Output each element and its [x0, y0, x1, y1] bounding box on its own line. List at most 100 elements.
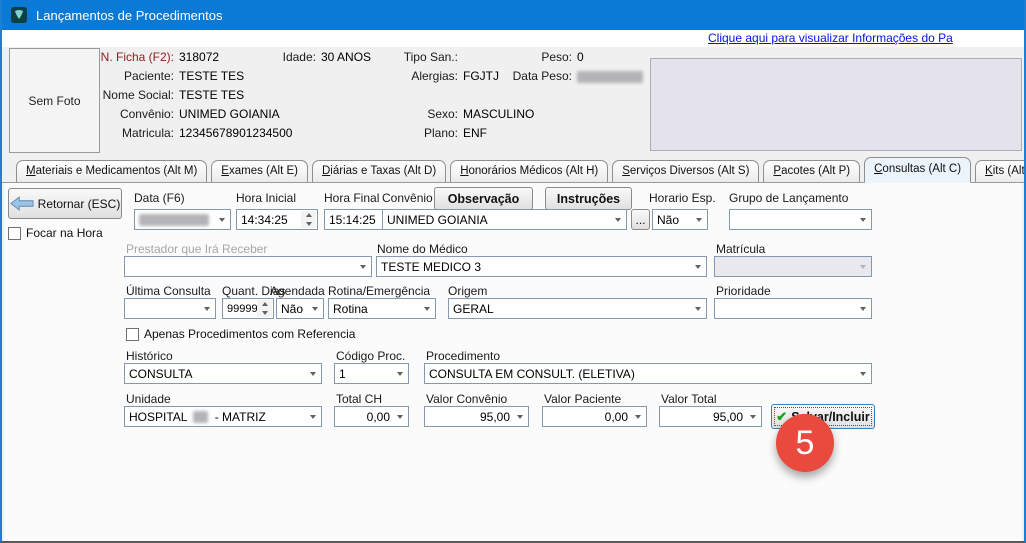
- chevron-down-icon: [745, 407, 761, 426]
- notes-panel: [650, 58, 1022, 151]
- instrucoes-button[interactable]: Instruções: [545, 187, 632, 210]
- procedimento-select[interactable]: CONSULTA EM CONSULT. (ELETIVA): [424, 363, 872, 384]
- chevron-down-icon: [199, 299, 215, 318]
- matricula-label: Matrícula: [716, 242, 765, 256]
- chevron-down-icon: [691, 210, 707, 229]
- focar-na-hora-checkbox[interactable]: Focar na Hora: [8, 226, 103, 240]
- unidade-value-suffix: - MATRIZ: [215, 410, 266, 424]
- checkbox-box[interactable]: [126, 328, 139, 341]
- patient-field: Alergias:FGJTJ: [392, 69, 499, 83]
- prioridade-label: Prioridade: [716, 284, 771, 298]
- spinner-buttons[interactable]: [257, 300, 272, 317]
- apenas-referencia-checkbox[interactable]: Apenas Procedimentos com Referencia: [126, 327, 355, 341]
- valor-total-select[interactable]: 95,00: [659, 406, 762, 427]
- tab-servicos-diversos[interactable]: Serviços Diversos (Alt S): [612, 160, 759, 182]
- convenio-select[interactable]: UNIMED GOIANIA: [382, 209, 627, 230]
- grupo-lancamento-select[interactable]: [729, 209, 872, 230]
- total-ch-label: Total CH: [336, 392, 382, 406]
- photo-placeholder-label: Sem Foto: [28, 94, 80, 108]
- origem-select[interactable]: GERAL: [448, 298, 707, 319]
- prioridade-select[interactable]: [714, 298, 872, 319]
- patient-field: Tipo San.:: [392, 50, 463, 64]
- codigo-proc-label: Código Proc.: [336, 349, 405, 363]
- rotina-emergencia-label: Rotina/Emergência: [328, 284, 430, 298]
- ellipsis-label: ...: [635, 213, 645, 227]
- ellipsis-button[interactable]: ...: [631, 209, 650, 230]
- ultima-consulta-select[interactable]: [124, 298, 216, 319]
- chevron-down-icon: [392, 364, 408, 383]
- horario-esp-select[interactable]: Não: [652, 209, 708, 230]
- data-f6-select[interactable]: [134, 209, 231, 230]
- hora-inicial-input[interactable]: 14:34:25: [236, 209, 318, 230]
- prestador-select[interactable]: [124, 256, 372, 277]
- patient-field: Convênio:UNIMED GOIANIA: [96, 107, 280, 121]
- observacao-label: Observação: [448, 192, 520, 206]
- chevron-down-icon: [419, 299, 435, 318]
- spinner-buttons[interactable]: [301, 211, 316, 228]
- tab-exames[interactable]: Exames (Alt E): [211, 160, 308, 182]
- patient-field: Sexo:MASCULINO: [392, 107, 534, 121]
- chevron-down-icon: [855, 210, 871, 229]
- chevron-down-icon: [512, 407, 528, 426]
- valor-convenio-select[interactable]: 95,00: [424, 406, 529, 427]
- rotina-emergencia-select[interactable]: Rotina: [328, 298, 436, 319]
- chevron-down-icon: [855, 299, 871, 318]
- checkbox-box[interactable]: [8, 227, 21, 240]
- tab-honorarios-medicos[interactable]: Honorários Médicos (Alt H): [450, 160, 608, 182]
- tab-diarias-taxas[interactable]: Diárias e Taxas (Alt D): [312, 160, 446, 182]
- unidade-select[interactable]: HOSPITAL - MATRIZ: [124, 406, 322, 427]
- observacao-button[interactable]: Observação: [434, 187, 533, 210]
- patient-field: Matricula:12345678901234500: [96, 126, 292, 140]
- codigo-proc-select[interactable]: 1: [334, 363, 409, 384]
- patient-field: Paciente:TESTE TES: [96, 69, 244, 83]
- unidade-label: Unidade: [126, 392, 171, 406]
- valor-convenio-label: Valor Convênio: [426, 392, 507, 406]
- total-ch-select[interactable]: 0,00: [334, 406, 409, 427]
- historico-select[interactable]: CONSULTA: [124, 363, 322, 384]
- chevron-down-icon: [855, 364, 871, 383]
- titlebar: Lançamentos de Procedimentos: [2, 0, 1024, 30]
- chevron-down-icon: [690, 257, 706, 276]
- nome-medico-label: Nome do Médico: [377, 242, 468, 256]
- hora-final-label: Hora Final: [324, 191, 379, 205]
- chevron-down-icon: [305, 407, 321, 426]
- retornar-label: Retornar (ESC): [38, 197, 121, 211]
- nome-medico-select[interactable]: TESTE MEDICO 3: [376, 256, 707, 277]
- convenio-label: Convênio: [382, 191, 433, 205]
- hora-inicial-label: Hora Inicial: [236, 191, 296, 205]
- retornar-button[interactable]: Retornar (ESC): [8, 188, 122, 219]
- chevron-down-icon: [355, 257, 371, 276]
- arrow-left-icon: [10, 196, 34, 211]
- procedimento-label: Procedimento: [426, 349, 500, 363]
- tab-consultas[interactable]: Consultas (Alt C): [864, 157, 971, 183]
- historico-label: Histórico: [126, 349, 173, 363]
- tab-kits[interactable]: Kits (Alt K): [975, 160, 1026, 182]
- valor-paciente-select[interactable]: 0,00: [542, 406, 647, 427]
- matricula-select: [714, 256, 872, 277]
- patient-header: Sem Foto N. Ficha (F2):318072Paciente:TE…: [2, 47, 1024, 160]
- valor-paciente-label: Valor Paciente: [544, 392, 621, 406]
- chevron-down-icon: [610, 210, 626, 229]
- form-panel: Retornar (ESC) Focar na Hora Data (F6) H…: [4, 183, 1022, 541]
- prestador-label: Prestador que Irá Receber: [126, 242, 267, 256]
- valor-total-label: Valor Total: [661, 392, 717, 406]
- patient-field: Idade:30 ANOS: [280, 50, 371, 64]
- patient-field: Plano:ENF: [392, 126, 487, 140]
- badge-number: 5: [796, 424, 815, 463]
- apenas-referencia-label: Apenas Procedimentos com Referencia: [144, 327, 355, 341]
- focar-na-hora-label: Focar na Hora: [26, 226, 103, 240]
- annotation-badge-5: 5: [776, 414, 834, 472]
- patient-info-link[interactable]: Clique aqui para visualizar Informações …: [708, 31, 953, 45]
- chevron-down-icon: [305, 364, 321, 383]
- data-f6-label: Data (F6): [134, 191, 185, 205]
- instrucoes-label: Instruções: [557, 192, 620, 206]
- patient-field: Nome Social:TESTE TES: [96, 88, 244, 102]
- tab-pacotes[interactable]: Pacotes (Alt P): [763, 160, 860, 182]
- quant-dias-input[interactable]: 999999: [222, 298, 274, 319]
- tab-materiais-medicamentos[interactable]: Materiais e Medicamentos (Alt M): [16, 160, 207, 182]
- unidade-value-prefix: HOSPITAL: [129, 410, 187, 424]
- agendada-select[interactable]: Não: [276, 298, 324, 319]
- photo-placeholder: Sem Foto: [9, 48, 100, 153]
- chevron-down-icon: [214, 210, 230, 229]
- tab-bar: Materiais e Medicamentos (Alt M)Exames (…: [2, 159, 1024, 183]
